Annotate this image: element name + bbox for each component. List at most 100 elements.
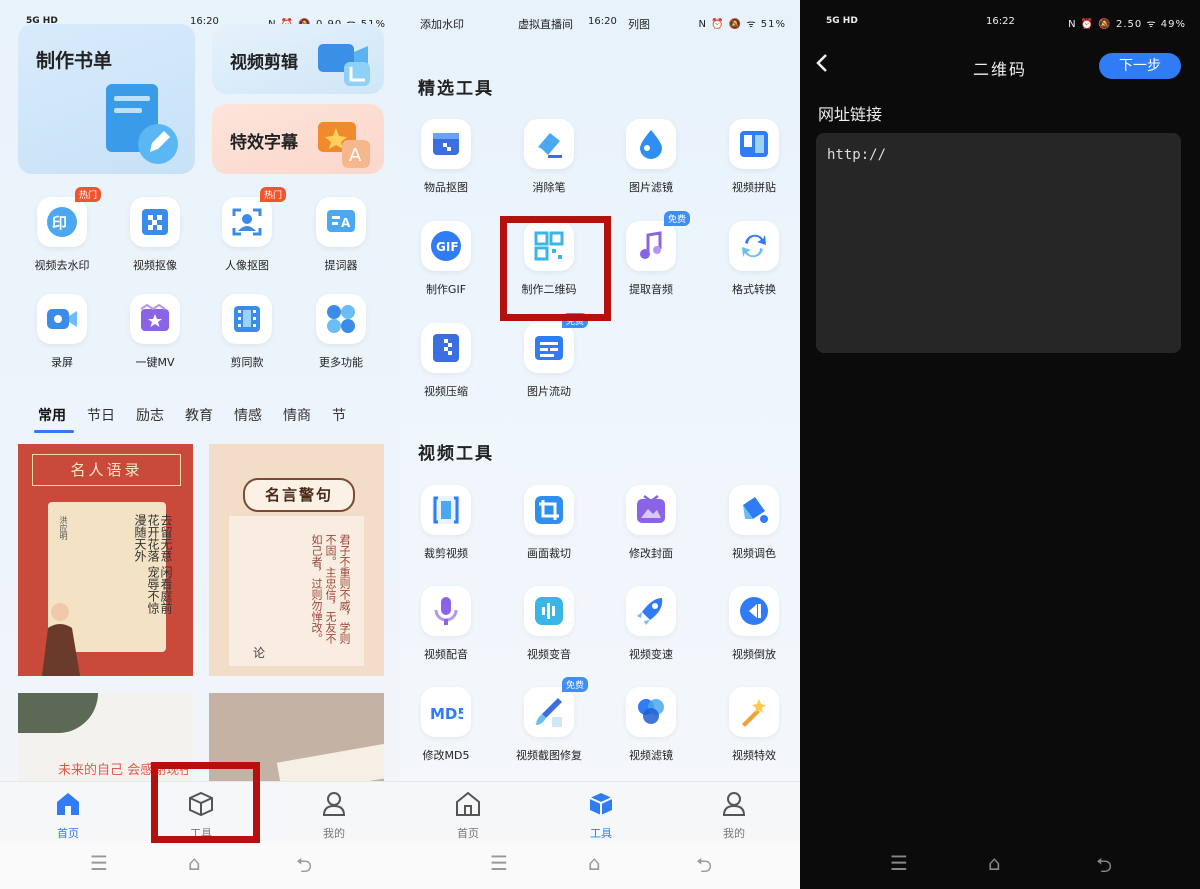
- tool-music-note[interactable]: 免费 提取音频: [606, 211, 696, 297]
- nav-tools[interactable]: 工具: [571, 790, 631, 841]
- qr-code-screen: 5G HD 16:22 N ⏰ 🔕 2.50 ᯤ 49% 二维码 下一步 网址链…: [800, 0, 1200, 889]
- tool-label: 视频截图修复: [516, 749, 582, 762]
- tool-remove-watermark[interactable]: 印 热门 视频去水印: [17, 187, 107, 273]
- rewind-icon: [740, 597, 768, 625]
- tool-cover[interactable]: 修改封面: [606, 485, 696, 561]
- nav-profile[interactable]: 我的: [304, 790, 364, 841]
- free-badge: 免费: [663, 211, 690, 226]
- tool-crop[interactable]: 画面裁切: [504, 485, 594, 561]
- tool-portrait-cutout[interactable]: 热门 人像抠图: [202, 187, 292, 273]
- tool-magic-wand[interactable]: 视频特效: [709, 687, 799, 763]
- tool-one-click-mv[interactable]: 一键MV: [110, 294, 200, 370]
- tool-label: 视频配音: [424, 648, 468, 661]
- next-button[interactable]: 下一步: [1099, 53, 1181, 79]
- tool-label: 视频拼贴: [732, 181, 776, 194]
- system-nav-bar: ☰ ⌂ ⮌: [800, 841, 1200, 889]
- flow-icon: [535, 336, 563, 360]
- tool-md5[interactable]: MD5 修改MD5: [401, 687, 491, 763]
- tool-brush[interactable]: 免费 视频截图修复: [504, 677, 594, 763]
- template-card[interactable]: 名言警句 君子不重则不威，学则不固。主忠信，无友不如己者，过则勿惮改。 论: [209, 444, 384, 676]
- tool-teleprompter[interactable]: A 提词器: [296, 197, 386, 273]
- template-card[interactable]: 名人语录 去留无意 闲看庭前花开花落 宠辱不惊 漫随天外 洪应明: [18, 444, 193, 676]
- magic-wand-icon: [742, 699, 766, 727]
- status-right-text: 列图: [628, 18, 650, 31]
- tool-template[interactable]: 剪同款: [202, 294, 292, 370]
- tool-eraser[interactable]: 消除笔: [504, 119, 594, 195]
- figure-illustration: [42, 603, 80, 676]
- video-edit-card[interactable]: 视频剪辑: [212, 24, 384, 94]
- tool-label: 消除笔: [532, 181, 566, 194]
- system-home-icon[interactable]: ⌂: [988, 851, 1001, 875]
- effects-subtitle-card[interactable]: 特效字幕 A: [212, 104, 384, 174]
- nav-profile[interactable]: 我的: [704, 790, 764, 841]
- tool-rocket[interactable]: 视频变速: [606, 586, 696, 662]
- tool-voice-wave[interactable]: 视频变音: [504, 586, 594, 662]
- tool-label: 视频去水印: [34, 259, 90, 272]
- tool-gif[interactable]: GIF 制作GIF: [401, 221, 491, 297]
- url-input[interactable]: http://: [816, 133, 1181, 353]
- tool-video-keying[interactable]: 视频抠像: [110, 197, 200, 273]
- tool-drop[interactable]: 图片滤镜: [606, 119, 696, 195]
- system-back-icon[interactable]: ⮌: [296, 851, 312, 885]
- system-back-icon[interactable]: ⮌: [696, 851, 712, 885]
- tool-label: 一键MV: [135, 356, 175, 369]
- tab-more[interactable]: 节: [332, 408, 346, 424]
- svg-text:A: A: [349, 145, 362, 166]
- document-edit-icon: [106, 84, 178, 164]
- tool-label: 视频滤镜: [629, 749, 673, 762]
- nav-home[interactable]: 首页: [38, 790, 98, 841]
- cover-icon: [637, 494, 665, 523]
- rocket-icon: [637, 598, 663, 625]
- md5-icon: MD5: [430, 705, 463, 723]
- tool-label: 视频抠像: [133, 259, 177, 272]
- tool-flow[interactable]: 免费 图片流动: [504, 313, 594, 399]
- tool-more[interactable]: 更多功能: [296, 294, 386, 370]
- tab-inspire[interactable]: 励志: [136, 408, 164, 424]
- tool-label: 格式转换: [732, 283, 776, 296]
- tab-holiday[interactable]: 节日: [87, 408, 115, 424]
- tool-label: 视频变速: [629, 648, 673, 661]
- portrait-icon: [232, 208, 262, 236]
- nav-label: 我的: [723, 827, 745, 840]
- nav-label: 我的: [323, 827, 345, 840]
- tab-emotion[interactable]: 情感: [234, 408, 262, 424]
- nav-home[interactable]: 首页: [438, 790, 498, 841]
- status-icons: N ⏰ 🔕 ᯤ 51%: [698, 19, 786, 30]
- tool-screen-record[interactable]: 录屏: [17, 294, 107, 370]
- tool-paint-bucket[interactable]: 视频调色: [709, 485, 799, 561]
- tool-label: 图片流动: [527, 385, 571, 398]
- tool-rewind[interactable]: 视频倒放: [709, 586, 799, 662]
- tool-mic[interactable]: 视频配音: [401, 586, 491, 662]
- mic-icon: [434, 597, 458, 625]
- nav-label: 首页: [457, 827, 479, 840]
- tool-filter-circles[interactable]: 视频滤镜: [606, 687, 696, 763]
- tool-convert[interactable]: 格式转换: [709, 221, 799, 297]
- tool-object-cutout[interactable]: 物品抠图: [401, 119, 491, 195]
- system-back-icon[interactable]: ⮌: [1096, 851, 1112, 885]
- system-nav-bar: ☰ ⌂ ⮌: [400, 841, 800, 889]
- menu-icon[interactable]: ☰: [90, 851, 108, 875]
- tool-label: 人像抠图: [225, 259, 269, 272]
- mv-icon: [140, 304, 169, 331]
- menu-icon[interactable]: ☰: [490, 851, 508, 875]
- tool-collage[interactable]: 视频拼贴: [709, 119, 799, 195]
- poster-author: 论: [253, 646, 266, 660]
- system-home-icon[interactable]: ⌂: [588, 851, 601, 875]
- tool-label: 剪同款: [230, 356, 264, 369]
- tab-common[interactable]: 常用: [38, 408, 66, 424]
- menu-icon[interactable]: ☰: [890, 851, 908, 875]
- home-icon: [57, 793, 79, 815]
- system-home-icon[interactable]: ⌂: [188, 851, 201, 875]
- make-booklist-card[interactable]: 制作书单: [18, 24, 195, 174]
- crop-icon: [535, 496, 563, 524]
- network-indicator: 5G HD: [826, 16, 858, 26]
- tab-eq[interactable]: 情商: [283, 408, 311, 424]
- tab-education[interactable]: 教育: [185, 408, 213, 424]
- box-icon: [589, 793, 613, 815]
- poster-title: 名人语录: [32, 454, 181, 486]
- tool-label: 更多功能: [319, 356, 363, 369]
- tool-label: 提词器: [324, 259, 358, 272]
- tool-trim[interactable]: 裁剪视频: [401, 485, 491, 561]
- tool-compress[interactable]: 视频压缩: [401, 323, 491, 399]
- card-title: 特效字幕: [230, 133, 298, 153]
